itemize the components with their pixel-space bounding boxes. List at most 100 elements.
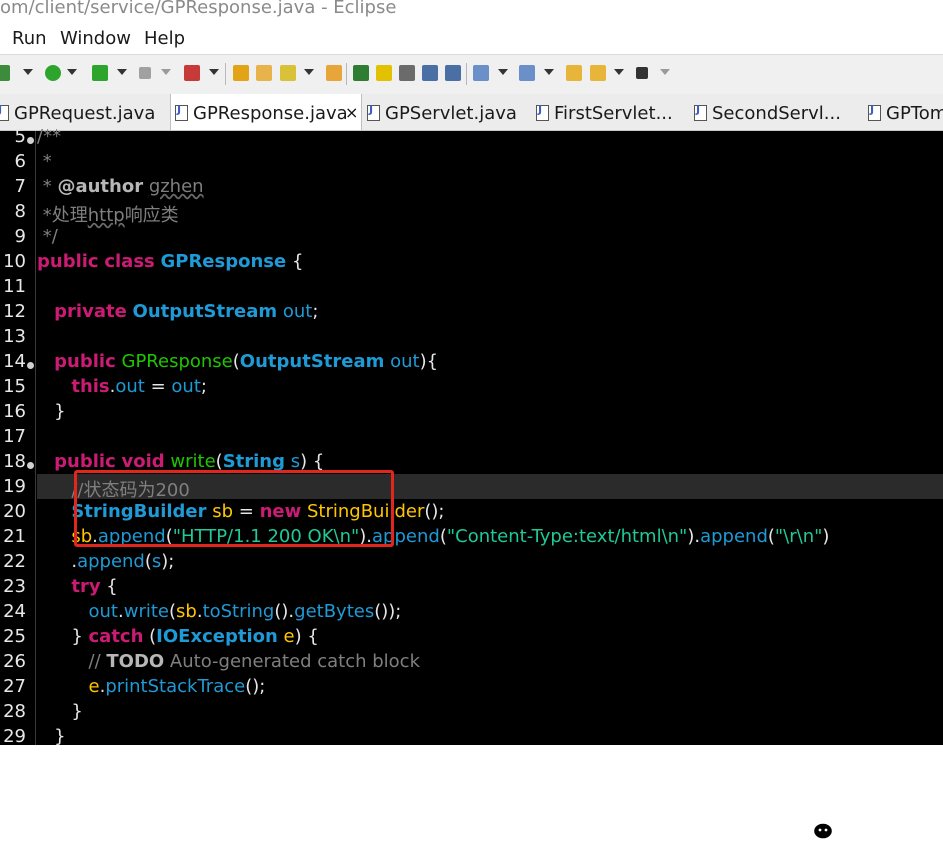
code-token: ); (161, 551, 175, 572)
stop-icon[interactable] (139, 67, 151, 79)
forward-dropdown-icon[interactable] (614, 69, 624, 75)
code-token: } (37, 626, 89, 647)
brush-icon[interactable] (280, 65, 296, 81)
line-number: 24 (3, 601, 26, 622)
tab-gprequest[interactable]: GPRequest.java (0, 94, 168, 130)
code-line[interactable]: this.out = out; (37, 376, 207, 397)
code-line[interactable]: // TODO Auto-generated catch block (37, 651, 421, 672)
code-editor[interactable]: 5 6 7 8 9 10 11 12 13 14 15 16 17 18 19 20 21 22 23 24 25 26 2… (0, 126, 943, 850)
code-token: String (222, 451, 286, 472)
java-file-icon (367, 103, 380, 121)
code-token: e (88, 676, 100, 697)
forward-arrow-icon[interactable] (636, 67, 648, 79)
code-token: class (104, 251, 155, 272)
code-token: "\r\n" (774, 526, 823, 547)
java-file-icon (868, 103, 881, 121)
run-dropdown-icon[interactable] (67, 69, 77, 75)
run-external-icon[interactable] (92, 65, 108, 81)
debug-icon[interactable] (0, 65, 10, 81)
watermark: 胡钦振 (798, 812, 928, 852)
highlight-box (74, 470, 394, 547)
line-number: 27 (3, 676, 26, 697)
code-line[interactable]: public void write(String s) { (37, 451, 324, 472)
code-line[interactable]: public class GPResponse { (37, 251, 303, 272)
brush-dropdown-icon[interactable] (304, 69, 314, 75)
fold-toggle-icon[interactable] (27, 362, 34, 369)
java-file-icon (536, 103, 549, 121)
code-token: */ (37, 226, 58, 247)
code-token: s (290, 451, 301, 472)
forward-icon[interactable] (590, 65, 606, 81)
code-line[interactable]: } (37, 701, 82, 722)
code-token: /** (37, 126, 62, 147)
code-line[interactable]: .append(s); (37, 551, 174, 572)
fold-toggle-icon[interactable] (27, 137, 34, 144)
code-token: ){ (419, 351, 439, 372)
bookmark-icon[interactable] (473, 65, 489, 81)
toolbar-separator (346, 63, 347, 85)
debug-dropdown-icon[interactable] (23, 69, 33, 75)
code-token: e (283, 626, 295, 647)
line-number: 13 (3, 326, 26, 347)
line-number: 6 (14, 151, 26, 172)
line-number: 20 (3, 501, 26, 522)
bookmark-dropdown-icon[interactable] (498, 69, 508, 75)
back-icon[interactable] (566, 65, 582, 81)
code-line[interactable]: try { (37, 576, 117, 597)
code-line[interactable]: *处理http响应类 (37, 201, 179, 227)
tab-gptom[interactable]: GPTom (864, 94, 943, 130)
code-token: Auto-generated catch block (164, 651, 420, 672)
menu-help[interactable]: Help (144, 28, 185, 49)
code-token: (). (274, 601, 295, 622)
new-class-icon[interactable] (233, 65, 249, 81)
code-token: ()); (374, 601, 402, 622)
code-line[interactable]: public GPResponse(OutputStream out){ (37, 351, 438, 372)
fold-toggle-icon[interactable] (27, 462, 34, 469)
tab-label: GPRequest.java (14, 103, 156, 124)
code-token: * (37, 151, 52, 172)
code-line[interactable]: */ (37, 226, 58, 247)
annotation-icon[interactable] (445, 65, 461, 81)
build-dropdown-icon[interactable] (209, 69, 219, 75)
tab-gpresponse[interactable]: GPResponse.java × (170, 94, 362, 130)
java-icon[interactable] (353, 65, 369, 81)
search-icon[interactable] (376, 65, 392, 81)
line-number-gutter[interactable]: 5 6 7 8 9 10 11 12 13 14 15 16 17 18 19 20 21 22 23 24 25 26 2… (0, 126, 36, 747)
open-type-icon[interactable] (326, 65, 342, 81)
code-line[interactable]: * @author gzhen (37, 176, 204, 197)
menu-run[interactable]: Run (12, 28, 47, 49)
code-line[interactable]: e.printStackTrace(); (37, 676, 266, 697)
menu-window[interactable]: Window (60, 28, 131, 49)
tab-gpservlet[interactable]: GPServlet.java (363, 94, 529, 130)
code-token: this (71, 376, 110, 397)
open-folder-icon[interactable] (256, 65, 272, 81)
hierarchy-icon[interactable] (399, 65, 415, 81)
code-line[interactable]: /** (37, 126, 61, 147)
code-token: sb (176, 601, 197, 622)
editor-tab-bar: GPRequest.java GPResponse.java × GPServl… (0, 94, 943, 132)
close-icon[interactable]: × (345, 103, 358, 122)
next-annotation-icon[interactable] (519, 65, 535, 81)
line-number: 14 (3, 351, 26, 372)
tab-firstservlet[interactable]: FirstServlet... (532, 94, 688, 130)
tab-secondservlet[interactable]: SecondServl... (690, 94, 858, 130)
code-line[interactable]: * (37, 151, 52, 172)
code-line[interactable]: out.write(sb.toString().getBytes()); (37, 601, 402, 622)
line-number: 11 (3, 276, 26, 297)
code-token: s (151, 551, 162, 572)
next-annotation-dropdown-icon[interactable] (544, 69, 554, 75)
code-line[interactable]: private OutputStream out; (37, 301, 318, 322)
run-icon[interactable] (45, 65, 61, 81)
code-line[interactable]: } catch (IOException e) { (37, 626, 318, 647)
code-line[interactable]: } (37, 726, 65, 747)
code-line[interactable]: } (37, 401, 65, 422)
outline-icon[interactable] (422, 65, 438, 81)
run-external-dropdown-icon[interactable] (117, 69, 127, 75)
build-icon[interactable] (184, 65, 200, 81)
code-token: try (71, 576, 101, 597)
